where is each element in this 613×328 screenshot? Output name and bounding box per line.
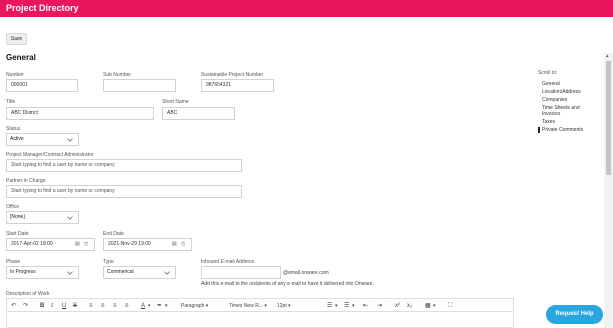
scroll-to-heading: Scroll to: [538,70,558,76]
numbered-list-icon[interactable]: ☰ [344,302,349,310]
font-select[interactable]: Times New R... ▾ [229,302,267,310]
paragraph-value: Paragraph [181,303,205,309]
scroll-to-taxes[interactable]: Taxes [538,119,598,125]
page-title: Project Directory [6,3,79,13]
type-value: Commerical [107,269,134,275]
section-title-general: General [6,53,36,62]
phase-value: In Progress [10,269,36,275]
text-color-icon[interactable]: A [141,302,145,310]
end-date-value: 2021-Nov-29 19:00 [108,241,151,247]
title-bar: Project Directory [0,0,613,17]
number-field[interactable]: 000001 [6,79,78,92]
scroll-to-general[interactable]: General [538,81,598,87]
project-manager-label: Project Manager/Contract Administrator [6,152,94,158]
end-date-field[interactable]: 2021-Nov-29 19:00 ▤ ◴ [103,238,192,251]
description-editor[interactable] [6,312,514,328]
align-justify-icon[interactable]: ≡ [125,302,129,310]
chevron-down-icon[interactable]: ▾ [148,302,151,310]
scroll-to-companies[interactable]: Companies [538,97,598,103]
clock-icon[interactable]: ◴ [181,241,185,248]
sustainable-number-label: Sustainable Project Number [201,72,264,78]
sub-number-field[interactable] [103,79,176,92]
vertical-scrollbar[interactable]: ▴ [604,53,613,328]
clock-icon[interactable]: ◴ [84,241,88,248]
partner-field[interactable]: Start typing to find a user by name or c… [6,185,242,198]
office-select[interactable]: [None] [6,211,79,224]
chevron-down-icon [164,269,170,275]
end-date-label: End Date [103,231,124,237]
status-value: Active [10,136,24,142]
indent-icon[interactable]: ⇥ [377,302,382,310]
save-button[interactable]: Save [6,33,27,45]
undo-icon[interactable]: ↶ [11,302,16,310]
short-name-label: Short Name [162,99,189,105]
partner-label: Partner in Charge [6,178,46,184]
editor-toolbar: ↶ ↷ B I U S ≡ ≡ ≡ ≡ A ▾ ✒ ▾ Paragraph ▾ … [6,298,514,312]
highlight-icon[interactable]: ✒ [157,302,162,310]
start-date-value: 2017-Apr-02 18:00 [11,241,53,247]
chevron-down-icon[interactable]: ▾ [335,302,338,310]
request-help-button[interactable]: Request Help [546,305,603,324]
description-label: Description of Work [6,291,50,297]
font-size-value: 12pt [277,303,287,309]
scroll-to-location[interactable]: Location/Address [538,89,598,95]
scroll-to-private-comments[interactable]: Private Comments [538,127,598,133]
status-select[interactable]: Active [6,133,79,146]
paragraph-select[interactable]: Paragraph ▾ [181,302,208,310]
italic-icon[interactable]: I [51,302,53,310]
calendar-icon[interactable]: ▤ [75,241,80,248]
calendar-icon[interactable]: ▤ [172,241,177,248]
sub-number-label: Sub Number [103,72,132,78]
font-value: Times New R... [229,303,263,309]
table-icon[interactable]: ▦ [425,302,431,310]
underline-icon[interactable]: U [62,302,66,310]
scroll-up-icon[interactable]: ▴ [606,54,609,59]
chevron-down-icon [67,214,73,220]
type-label: Type [103,259,114,265]
sustainable-number-field[interactable]: 987654321 [201,79,274,92]
font-size-select[interactable]: 12pt ▾ [277,302,291,310]
short-name-field[interactable]: ABC [162,107,235,120]
align-left-icon[interactable]: ≡ [89,302,93,310]
inbound-email-label: Inbound E-mail Address [201,259,255,265]
status-label: Status [6,126,21,132]
bold-icon[interactable]: B [40,302,44,310]
title-field[interactable]: ABC District [6,107,154,120]
align-right-icon[interactable]: ≡ [113,302,117,310]
inbound-email-help: Add this e-mail to the recipients of any… [201,281,374,287]
start-date-label: Start Date [6,231,29,237]
office-value: [None] [10,214,25,220]
align-center-icon[interactable]: ≡ [101,302,105,310]
inbound-email-field[interactable] [201,266,281,279]
office-label: Office [6,204,19,210]
scroll-to-nav: Scroll to: General Location/Address Comp… [538,70,598,135]
scroll-to-timesheets[interactable]: Time Sheets and Invoices [538,105,598,117]
phase-select[interactable]: In Progress [6,266,79,279]
inbound-email-suffix: @email.onware.com [283,270,329,276]
superscript-icon[interactable]: x² [395,302,400,310]
chevron-down-icon [67,269,73,275]
redo-icon[interactable]: ↷ [23,302,28,310]
number-label: Number [6,72,24,78]
chevron-down-icon [67,136,73,142]
chevron-down-icon[interactable]: ▾ [352,302,355,310]
outdent-icon[interactable]: ⇤ [363,302,368,310]
fullscreen-icon[interactable]: ⛶ [448,302,452,310]
phase-label: Phase [6,259,21,265]
scrollbar-thumb[interactable] [606,61,611,175]
bullet-list-icon[interactable]: ☰ [327,302,332,310]
title-label: Title [6,99,16,105]
subscript-icon[interactable]: x₂ [407,302,412,310]
type-select[interactable]: Commerical [103,266,176,279]
chevron-down-icon[interactable]: ▾ [165,302,168,310]
strikethrough-icon[interactable]: S [73,302,77,310]
start-date-field[interactable]: 2017-Apr-02 18:00 ▤ ◴ [6,238,95,251]
chevron-down-icon[interactable]: ▾ [433,302,436,310]
project-manager-field[interactable]: Start typing to find a user by name or c… [6,159,242,172]
